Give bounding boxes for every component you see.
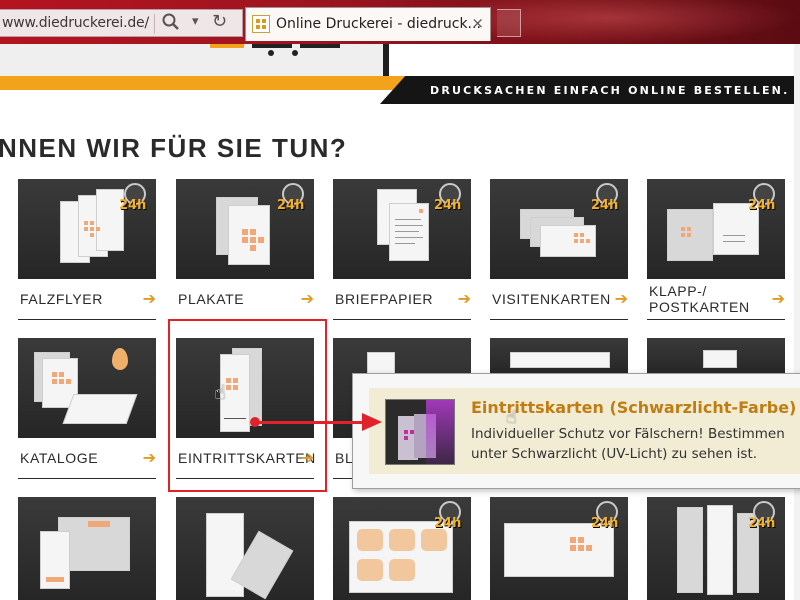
arrow-right-icon[interactable]: ➔ xyxy=(143,448,156,467)
badge-text: 24h xyxy=(748,516,776,531)
badge-text: 24h xyxy=(748,198,776,213)
rollup-shape xyxy=(677,507,703,593)
url-separator xyxy=(154,14,155,34)
paper-shape xyxy=(703,350,737,368)
product-label[interactable]: VISITENKARTEN xyxy=(492,291,611,307)
tooltip-line-2: unter Schwarzlicht (UV-Licht) zu sehen i… xyxy=(471,446,758,462)
favicon-icon xyxy=(252,15,270,33)
product-label-line: KLAPP-/ POSTKARTEN xyxy=(649,283,750,315)
product-image[interactable] xyxy=(647,338,785,374)
product-label[interactable]: KLAPP-/ POSTKARTEN xyxy=(649,283,750,315)
hero-mark xyxy=(210,44,244,48)
express-24h-badge: 24h xyxy=(748,500,782,536)
browser-chrome: www.diedruckerei.de/ ▾ ↻ Online Druckere… xyxy=(0,0,800,44)
reload-icon[interactable]: ↻ xyxy=(212,11,227,32)
express-24h-badge: 24h xyxy=(434,182,468,218)
close-icon[interactable]: × xyxy=(471,14,484,32)
tooltip-line-1: Individueller Schutz vor Fälschern! Best… xyxy=(471,426,785,442)
badge-text: 24h xyxy=(119,198,147,213)
product-tooltip: Eintrittskarten (Schwarzlicht-Farbe) Ind… xyxy=(352,373,800,489)
hero-dot xyxy=(268,50,274,56)
tooltip-description: Individueller Schutz vor Fälschern! Best… xyxy=(471,424,785,464)
section-headline: NNEN WIR FÜR SIE TUN? xyxy=(0,133,348,163)
uv-light-glow xyxy=(426,400,454,464)
tile-divider xyxy=(18,319,156,320)
product-label[interactable]: BRIEFPAPIER xyxy=(335,291,433,307)
badge-text: 24h xyxy=(434,516,462,531)
tooltip-product-image xyxy=(385,399,455,465)
express-24h-badge: 24h xyxy=(591,182,625,218)
chrome-glow xyxy=(480,0,800,44)
open-catalog-shape xyxy=(62,394,138,424)
hero-dot xyxy=(292,50,298,56)
arrow-right-icon[interactable]: ➔ xyxy=(458,289,471,308)
tooltip-title: Eintrittskarten (Schwarzlicht-Farbe) xyxy=(471,398,797,417)
annotation-arrow-head xyxy=(362,413,382,431)
annotation-arrow xyxy=(256,421,368,424)
badge-text: 24h xyxy=(277,198,305,213)
highlight-frame xyxy=(168,319,327,492)
paper-shape xyxy=(389,203,429,261)
hero-mark xyxy=(252,44,292,48)
product-label[interactable]: FALZFLYER xyxy=(20,291,103,307)
tile-divider xyxy=(490,319,628,320)
tile-divider xyxy=(647,319,785,320)
product-image[interactable] xyxy=(176,497,314,600)
badge-text: 24h xyxy=(591,198,619,213)
arrow-right-icon[interactable]: ➔ xyxy=(615,289,628,308)
chevron-down-icon[interactable]: ▾ xyxy=(192,14,199,29)
paper-shape xyxy=(510,352,610,368)
tooltip-panel: Eintrittskarten (Schwarzlicht-Farbe) Ind… xyxy=(369,388,800,474)
tab-title: Online Druckerei - diedruck... xyxy=(276,16,481,32)
badge-text: 24h xyxy=(434,198,462,213)
paper-shape xyxy=(228,205,270,265)
hand-cursor-icon: ☝ xyxy=(506,407,517,428)
calendar-year-mark xyxy=(88,521,110,527)
search-icon[interactable] xyxy=(162,13,180,35)
ink-drop-icon xyxy=(112,348,128,370)
tagline-text: DRUCKSACHEN EINFACH ONLINE BESTELLEN. xyxy=(430,84,790,97)
new-tab-button[interactable] xyxy=(497,9,521,37)
page-scrollbar[interactable] xyxy=(794,44,800,600)
product-label[interactable]: PLAKATE xyxy=(178,291,244,307)
badge-text: 24h xyxy=(591,516,619,531)
product-image[interactable] xyxy=(18,338,156,438)
express-24h-badge: 24h xyxy=(748,182,782,218)
product-image[interactable] xyxy=(490,338,628,374)
calendar-year-mark xyxy=(46,577,64,582)
express-24h-badge: 24h xyxy=(434,500,468,536)
browser-tab[interactable]: Online Druckerei - diedruck... × xyxy=(245,7,491,41)
product-label[interactable]: KATALOGE xyxy=(20,450,98,466)
orange-band xyxy=(0,76,430,90)
express-24h-badge: 24h xyxy=(119,182,153,218)
tile-divider xyxy=(18,478,156,479)
rollup-shape xyxy=(707,505,733,595)
address-bar[interactable]: www.diedruckerei.de/ ▾ ↻ xyxy=(0,9,243,37)
product-label[interactable]: BL xyxy=(335,450,353,466)
product-image[interactable] xyxy=(18,497,156,600)
arrow-right-icon[interactable]: ➔ xyxy=(301,289,314,308)
arrow-right-icon[interactable]: ➔ xyxy=(772,289,785,308)
hero-mark xyxy=(300,44,340,48)
tile-divider xyxy=(333,319,471,320)
express-24h-badge: 24h xyxy=(277,182,311,218)
arrow-right-icon[interactable]: ➔ xyxy=(143,289,156,308)
hand-cursor-icon: ☝ xyxy=(214,380,227,404)
binder-shape xyxy=(206,513,244,597)
express-24h-badge: 24h xyxy=(591,500,625,536)
url-text[interactable]: www.diedruckerei.de/ xyxy=(2,15,149,31)
